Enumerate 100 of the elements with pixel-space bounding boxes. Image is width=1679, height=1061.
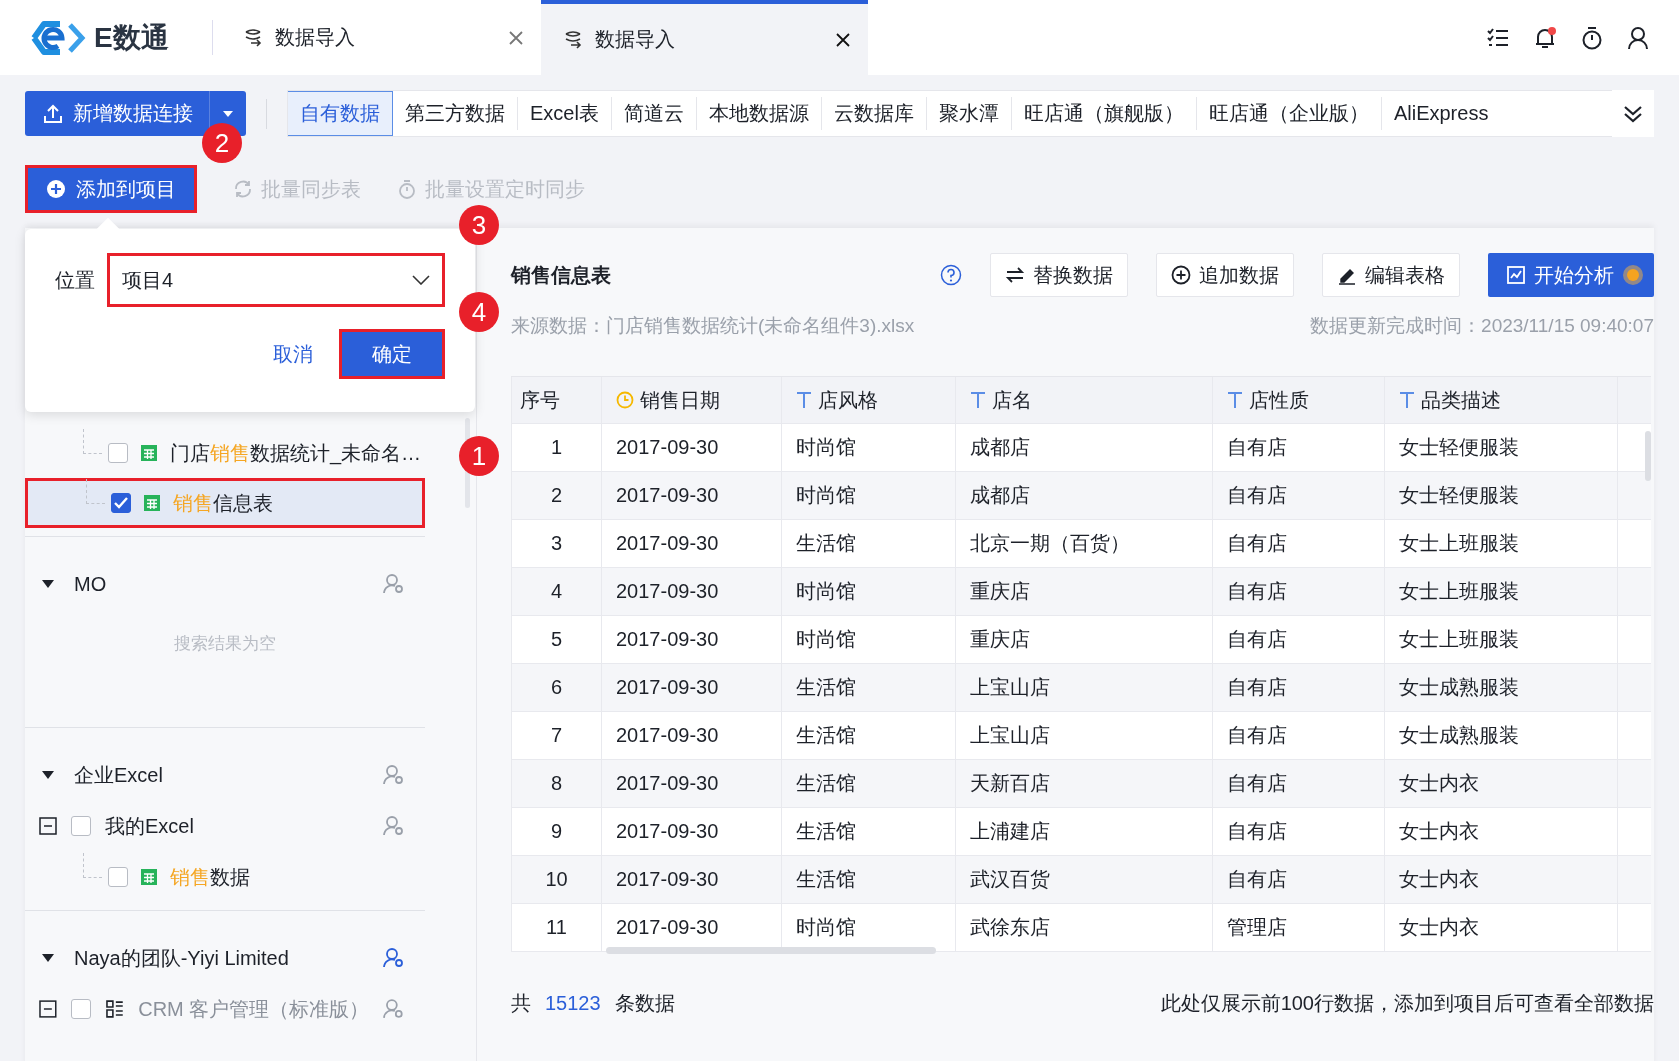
collapse-caret-icon[interactable] — [42, 953, 54, 963]
source-tab[interactable]: Excel表 — [517, 97, 611, 130]
logo-text: E数通 — [94, 20, 169, 55]
collapse-icon[interactable] — [39, 817, 57, 835]
spreadsheet-icon — [143, 494, 161, 512]
text-type-icon — [970, 391, 986, 409]
row-count: 15123 — [545, 992, 601, 1015]
table-cell: 时尚馆 — [781, 424, 955, 471]
table-cell: 自有店 — [1212, 424, 1384, 471]
table-cell: 生活馆 — [781, 520, 955, 567]
source-tab[interactable]: 旺店通（旗舰版） — [1010, 97, 1196, 130]
cancel-button[interactable]: 取消 — [267, 339, 319, 369]
table-cell: 4 — [511, 568, 601, 615]
step-number-badge: 2 — [202, 123, 242, 163]
column-header[interactable]: 销售日期 — [601, 377, 781, 423]
task-list-icon[interactable] — [1487, 27, 1509, 48]
upload-icon — [43, 103, 63, 124]
table-cell: 时尚馆 — [781, 568, 955, 615]
table-cell: 2017-09-30 — [601, 712, 781, 759]
more-tabs-button[interactable] — [1612, 90, 1654, 137]
table-cell: 生活馆 — [781, 760, 955, 807]
column-header[interactable]: 序号 — [511, 377, 601, 423]
checkbox[interactable] — [71, 816, 91, 836]
table-cell: 2 — [511, 472, 601, 519]
table-cell: 女士内衣 — [1384, 904, 1617, 951]
close-icon[interactable] — [836, 32, 850, 47]
table-cell: 时尚馆 — [781, 616, 955, 663]
chart-icon — [1506, 265, 1526, 285]
table-cell: 成都店 — [955, 424, 1212, 471]
toolbar-button[interactable]: 替换数据 — [990, 253, 1128, 297]
table-cell: 生活馆 — [781, 808, 955, 855]
collapse-caret-icon[interactable] — [42, 770, 54, 780]
location-select[interactable]: 项目4 — [107, 253, 445, 307]
table-cell: 自有店 — [1212, 472, 1384, 519]
column-header[interactable]: 店性质 — [1212, 377, 1384, 423]
start-analysis-button[interactable]: 开始分析 — [1488, 253, 1654, 297]
table-cell: 自有店 — [1212, 520, 1384, 567]
source-tab[interactable]: 旺店通（企业版） — [1195, 97, 1381, 130]
spreadsheet-icon — [140, 444, 158, 462]
table-cell: 女士上班服装 — [1384, 520, 1617, 567]
chevron-down-icon — [1623, 104, 1643, 123]
page-tab[interactable]: 数据导入 — [541, 0, 868, 75]
toolbar-button[interactable]: 追加数据 — [1156, 253, 1294, 297]
table-cell: 女士成熟服装 — [1384, 712, 1617, 759]
user-settings-icon[interactable] — [383, 947, 405, 969]
group-title[interactable]: Naya的团队-Yiyi Limited — [74, 944, 363, 972]
group-title[interactable]: MO — [74, 572, 363, 596]
add-to-project-button[interactable]: 添加到项目 — [25, 165, 197, 213]
table-cell: 生活馆 — [781, 712, 955, 759]
new-connection-button[interactable]: 新增数据连接 — [25, 91, 209, 136]
clock-icon — [616, 391, 634, 409]
table-cell: 女士成熟服装 — [1384, 664, 1617, 711]
step-number-badge: 3 — [459, 205, 499, 245]
table-title: 销售信息表 — [511, 262, 611, 288]
tree-item[interactable]: 销售信息表 — [25, 478, 425, 528]
help-icon[interactable] — [940, 264, 962, 286]
source-tab[interactable]: 本地数据源 — [695, 97, 821, 130]
source-tab[interactable]: AliExpress — [1380, 97, 1501, 130]
chevron-down-icon — [412, 275, 430, 285]
source-tab[interactable]: 第三方数据 — [393, 97, 517, 130]
scrollbar[interactable] — [606, 947, 936, 954]
checkbox[interactable] — [108, 867, 128, 887]
table-cell: 女士内衣 — [1384, 856, 1617, 903]
column-header[interactable]: 品类描述 — [1384, 377, 1617, 423]
update-time: 数据更新完成时间：2023/11/15 09:40:07 — [1310, 314, 1654, 338]
table-cell: 天新百店 — [955, 760, 1212, 807]
column-header[interactable]: 店风格 — [781, 377, 955, 423]
user-icon[interactable] — [1627, 25, 1649, 50]
confirm-button[interactable]: 确定 — [339, 329, 445, 379]
checkbox[interactable] — [111, 493, 131, 513]
refresh-icon — [233, 179, 253, 199]
collapse-caret-icon[interactable] — [42, 579, 54, 589]
table-cell: 3 — [511, 520, 601, 567]
add-icon — [46, 179, 66, 199]
table-cell: 女士内衣 — [1384, 760, 1617, 807]
tree-item[interactable]: 我的Excel — [25, 800, 425, 852]
source-tab[interactable]: 自有数据 — [288, 91, 393, 136]
text-type-icon — [1227, 391, 1243, 409]
notification-icon[interactable] — [1533, 25, 1557, 50]
checkbox[interactable] — [108, 443, 128, 463]
table-cell: 2017-09-30 — [601, 808, 781, 855]
toolbar-button[interactable]: 编辑表格 — [1322, 253, 1460, 297]
tree-item[interactable]: 门店销售数据统计_未命名… — [25, 428, 425, 478]
source-tab[interactable]: 云数据库 — [820, 97, 926, 130]
table-cell: 北京一期（百货） — [955, 520, 1212, 567]
empty-message: 搜索结果为空 — [173, 633, 277, 655]
scrollbar[interactable] — [1645, 431, 1651, 481]
table-cell: 女士轻便服装 — [1384, 424, 1617, 471]
source-tab[interactable]: 简道云 — [610, 97, 696, 130]
source-text: 来源数据：门店销售数据统计(未命名组件3).xlsx — [511, 314, 915, 338]
timer-icon[interactable] — [1581, 25, 1603, 50]
source-tab[interactable]: 聚水潭 — [925, 97, 1011, 130]
table-cell: 自有店 — [1212, 760, 1384, 807]
group-title[interactable]: 企业Excel — [74, 761, 363, 789]
tree-item[interactable]: 销售数据 — [25, 852, 425, 902]
table-cell: 2017-09-30 — [601, 520, 781, 567]
table-cell: 自有店 — [1212, 808, 1384, 855]
page-tab[interactable]: 数据导入 — [231, 0, 541, 75]
column-header[interactable]: 店名 — [955, 377, 1212, 423]
spreadsheet-icon — [140, 868, 158, 886]
